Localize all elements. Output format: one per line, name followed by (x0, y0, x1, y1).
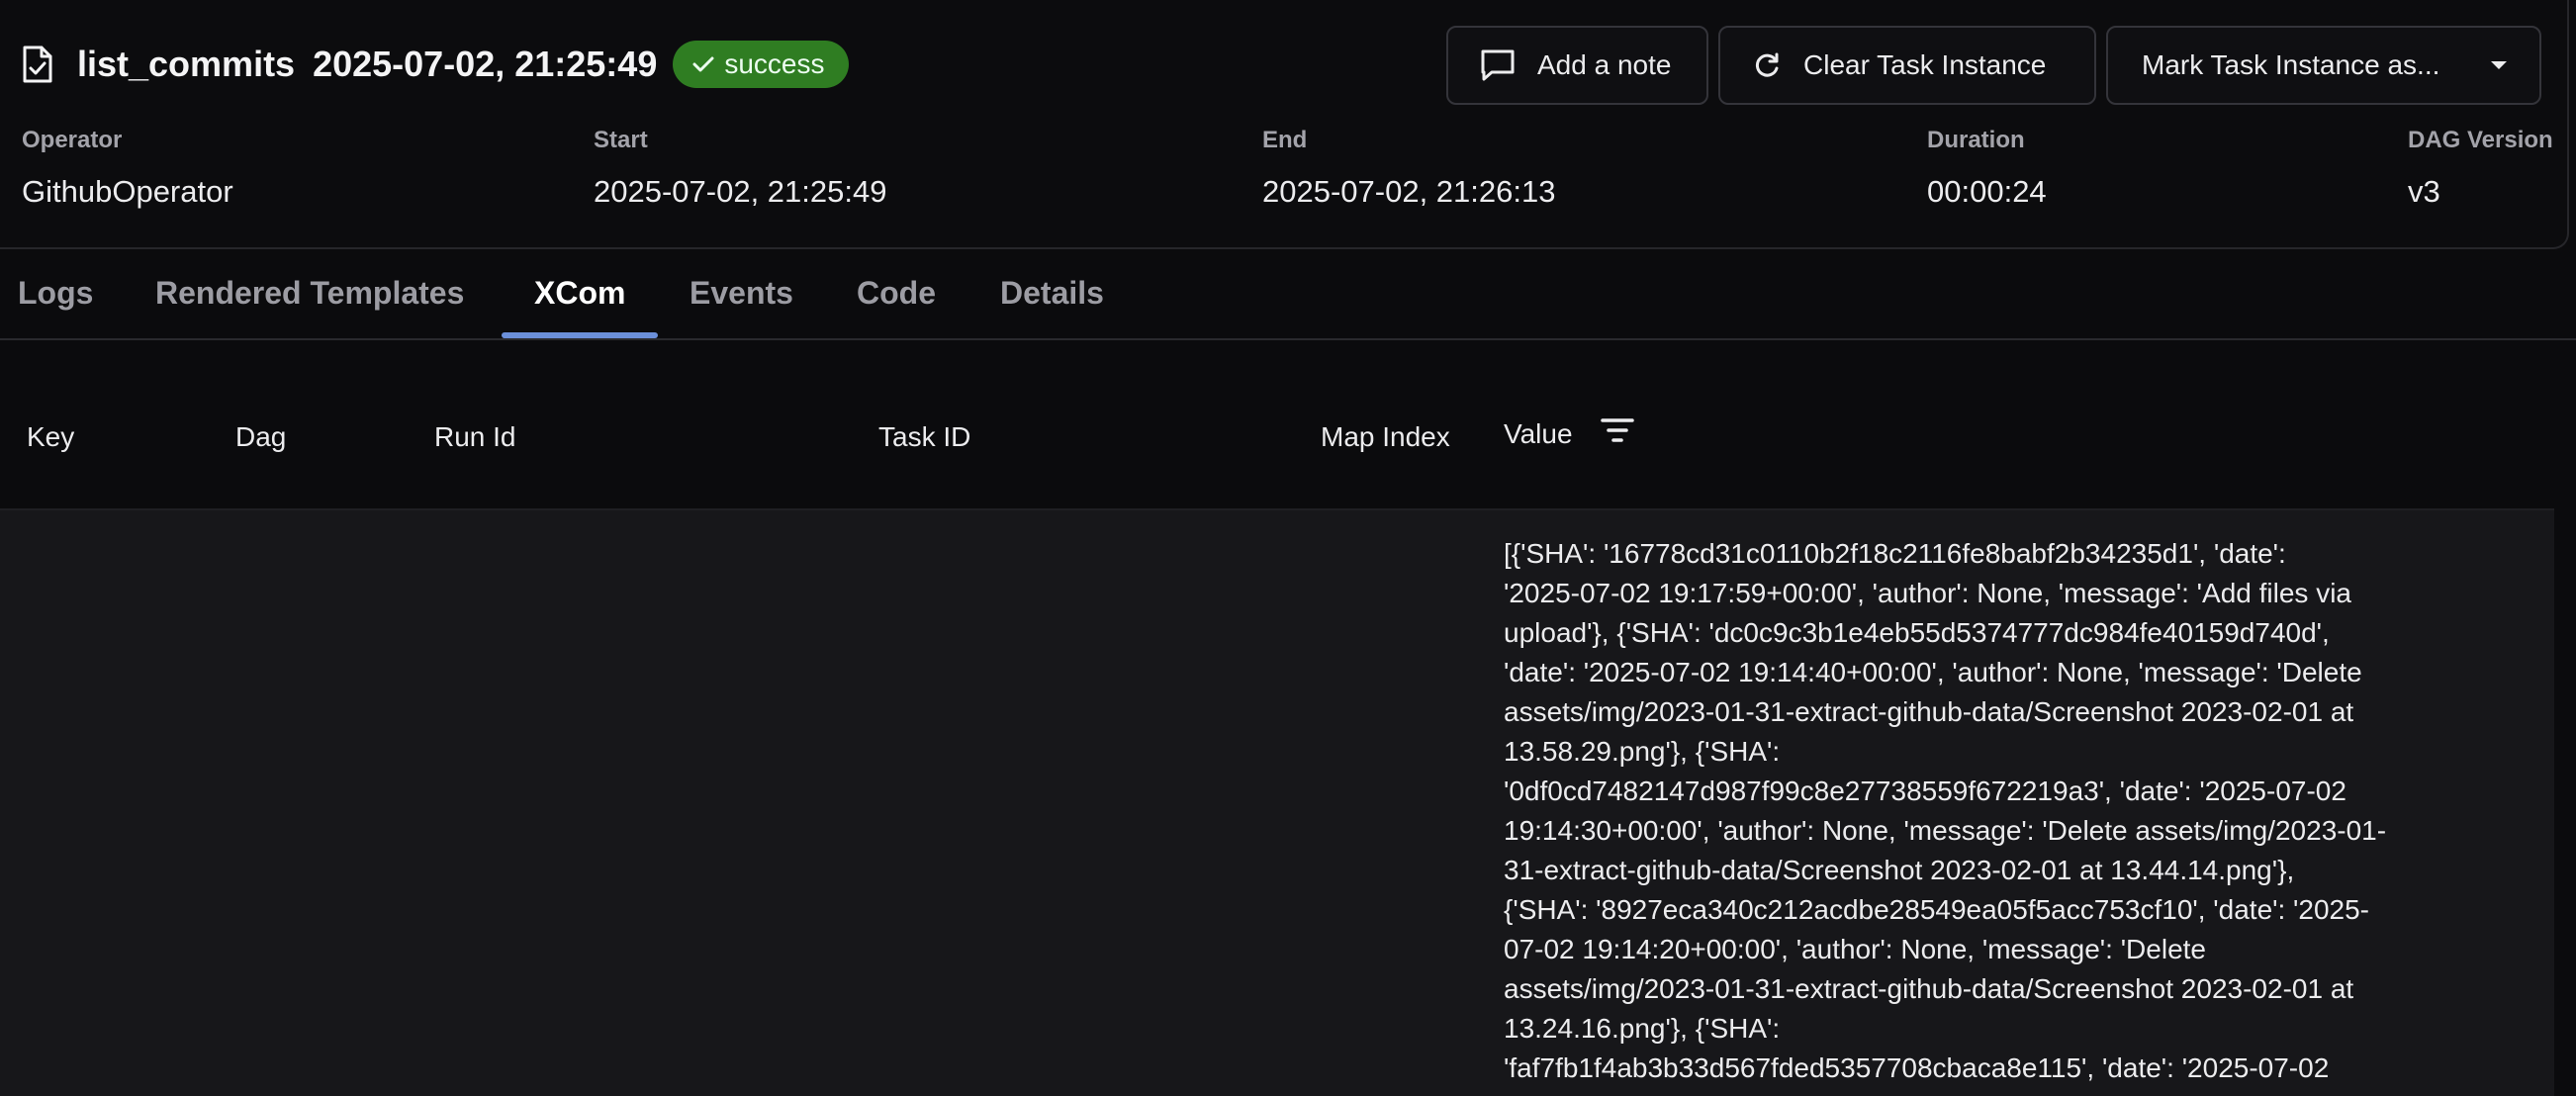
meta-dag-version: DAG Version v3 (2408, 127, 2553, 210)
column-header-task-id[interactable]: Task ID (878, 421, 970, 453)
meta-value: 00:00:24 (1927, 174, 2047, 209)
tab-code[interactable]: Code (857, 275, 936, 338)
meta-start: Start 2025-07-02, 21:25:49 (594, 127, 886, 210)
column-header-run-id[interactable]: Run Id (434, 421, 516, 453)
xcom-value-line: 19:14:30+00:00', 'author': None, 'messag… (1504, 815, 2387, 846)
tab-logs[interactable]: Logs (18, 275, 93, 338)
refresh-icon (1752, 50, 1782, 80)
task-instance-header: list_commits 2025-07-02, 21:25:49 succes… (0, 0, 2569, 249)
file-check-icon (22, 43, 59, 86)
xcom-value-line: 13.58.29.png'}, {'SHA': (1504, 736, 1781, 767)
chevron-down-icon (2490, 60, 2508, 70)
meta-label: Start (594, 127, 648, 153)
tab-xcom[interactable]: XCom (534, 275, 625, 338)
xcom-value-line: {'SHA': '8927eca340c212acdbe28549ea05f5a… (1504, 894, 2369, 925)
meta-operator: Operator GithubOperator (22, 127, 233, 210)
xcom-value-cell: [{'SHA': '16778cd31c0110b2f18c2116fe8bab… (1504, 534, 2453, 1088)
meta-value: 2025-07-02, 21:26:13 (1262, 174, 1556, 209)
tab-details[interactable]: Details (1000, 275, 1104, 338)
column-header-map-index[interactable]: Map Index (1321, 421, 1450, 453)
task-instance-meta: Operator GithubOperator Start 2025-07-02… (0, 127, 2567, 226)
xcom-value-line: 'date': '2025-07-02 19:14:40+00:00', 'au… (1504, 657, 2362, 687)
xcom-value-line: 13.24.16.png'}, {'SHA': (1504, 1013, 1781, 1044)
message-square-icon (1480, 48, 1516, 82)
meta-label: Operator (22, 127, 123, 153)
add-note-button[interactable]: Add a note (1446, 26, 1708, 105)
clear-task-instance-button[interactable]: Clear Task Instance (1718, 26, 2096, 105)
xcom-value-line: assets/img/2023-01-31-extract-github-dat… (1504, 696, 2354, 727)
xcom-value-line: [{'SHA': '16778cd31c0110b2f18c2116fe8bab… (1504, 538, 2286, 569)
meta-value: v3 (2408, 174, 2440, 209)
status-badge: success (673, 41, 849, 88)
xcom-value-line: '0df0cd7482147d987f99c8e27738559f672219a… (1504, 776, 2346, 806)
mark-task-instance-dropdown[interactable]: Mark Task Instance as... (2106, 26, 2541, 105)
meta-label: Duration (1927, 127, 2025, 153)
meta-value: GithubOperator (22, 174, 233, 209)
xcom-value-line: assets/img/2023-01-31-extract-github-dat… (1504, 973, 2354, 1004)
column-header-dag[interactable]: Dag (235, 421, 286, 453)
column-header-key[interactable]: Key (27, 421, 74, 453)
task-instance-tabs: Logs Rendered Templates XCom Events Code… (0, 267, 2576, 340)
xcom-value-line: upload'}, {'SHA': 'dc0c9c3b1e4eb55d53747… (1504, 617, 2330, 648)
column-header-value-label: Value (1504, 417, 1573, 449)
active-tab-indicator (502, 332, 658, 338)
xcom-table-header: Key Dag Run Id Task ID Map Index Value (0, 374, 2576, 508)
xcom-value-line: '2025-07-02 19:17:59+00:00', 'author': N… (1504, 578, 2351, 608)
meta-label: End (1262, 127, 1308, 153)
xcom-value-line: 07-02 19:14:20+00:00', 'author': None, '… (1504, 934, 2206, 964)
meta-duration: Duration 00:00:24 (1927, 127, 2047, 210)
meta-value: 2025-07-02, 21:25:49 (594, 174, 887, 209)
filter-icon[interactable] (1600, 417, 1634, 450)
task-date: 2025-07-02, 21:25:49 (313, 44, 658, 84)
check-icon (692, 56, 714, 72)
tab-events[interactable]: Events (690, 275, 793, 338)
task-name: list_commits (77, 44, 296, 84)
column-header-value[interactable]: Value (1504, 417, 1634, 450)
xcom-value-line: 'faf7fb1f4ab3b33d567fded5357708cbaca8e11… (1504, 1052, 2330, 1083)
meta-end: End 2025-07-02, 21:26:13 (1262, 127, 1555, 210)
add-note-label: Add a note (1537, 49, 1672, 80)
tab-rendered-templates[interactable]: Rendered Templates (155, 275, 464, 338)
xcom-value-line: 31-extract-github-data/Screenshot 2023-0… (1504, 855, 2295, 885)
title-row: list_commits 2025-07-02, 21:25:49 succes… (22, 36, 849, 93)
header-actions: Add a note Clear Task Instance Mark Task… (1446, 26, 2541, 105)
status-text: success (724, 48, 825, 79)
xcom-table-body: [{'SHA': '16778cd31c0110b2f18c2116fe8bab… (0, 508, 2554, 1096)
clear-task-instance-label: Clear Task Instance (1803, 49, 2047, 80)
mark-task-instance-label: Mark Task Instance as... (2142, 49, 2440, 80)
meta-label: DAG Version (2408, 127, 2553, 153)
